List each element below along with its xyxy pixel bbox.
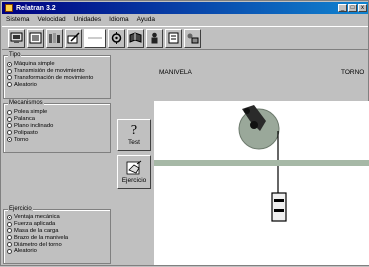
crank-knob: [244, 108, 250, 114]
radio-icon: [7, 68, 12, 74]
ejercicio-option-masa[interactable]: Masa de la carga: [4, 228, 110, 235]
gear-icon[interactable]: [108, 28, 125, 48]
menu-unidades[interactable]: Unidades: [70, 16, 105, 23]
left-panel: Tipo Máquina simple Transmisión de movim…: [3, 51, 113, 265]
screen-icon[interactable]: [8, 28, 25, 48]
blank-icon[interactable]: [84, 28, 106, 48]
book-icon[interactable]: [127, 28, 144, 48]
app-icon: [5, 4, 13, 12]
radio-icon: [7, 130, 12, 136]
ejercicio-button[interactable]: Ejercicio: [117, 155, 151, 189]
tipo-option-transmision[interactable]: Transmisión de movimiento: [4, 68, 110, 75]
ejercicio-title: Ejercicio: [8, 206, 33, 212]
mecanismo-option-plano[interactable]: Plano inclinado: [4, 123, 110, 130]
mecanismo-title: Mecanismos: [8, 100, 44, 106]
support-bar: [154, 160, 369, 166]
tipo-option-transformacion[interactable]: Transformación de movimiento: [4, 75, 110, 82]
document-icon[interactable]: [165, 28, 182, 48]
manivela-label: MANIVELA: [159, 69, 192, 76]
radio-icon: [7, 235, 12, 241]
crank-pin: [250, 121, 258, 129]
minimize-button[interactable]: _: [338, 4, 347, 12]
radio-icon: [7, 137, 12, 143]
simulation-canvas: [154, 101, 369, 265]
radio-icon: [7, 242, 12, 248]
toolbar: [2, 26, 368, 50]
radio-icon: [7, 82, 12, 88]
mecanismo-option-palanca[interactable]: Palanca: [4, 116, 110, 123]
mecanismo-option-polipasto[interactable]: Polipasto: [4, 129, 110, 136]
app-window: Relatran 3.2 _ □ x Sistema Velocidad Uni…: [0, 0, 369, 266]
pencil-icon[interactable]: [65, 28, 82, 48]
ejercicio-option-diametro[interactable]: Diámetro del torno: [4, 241, 110, 248]
torno-label: TORNO: [341, 69, 365, 76]
menu-bar: Sistema Velocidad Unidades Idioma Ayuda: [2, 14, 368, 25]
ejercicio-group: Ejercicio Ventaja mecánica Fuerza aplica…: [3, 206, 111, 264]
radio-icon: [7, 116, 12, 122]
tipo-group: Tipo Máquina simple Transmisión de movim…: [3, 52, 111, 99]
menu-velocidad[interactable]: Velocidad: [33, 16, 69, 23]
radio-icon: [7, 228, 12, 234]
books-icon[interactable]: [46, 28, 63, 48]
menu-sistema[interactable]: Sistema: [2, 16, 33, 23]
ejercicio-option-ventaja[interactable]: Ventaja mecánica: [4, 214, 110, 221]
radio-icon: [7, 75, 12, 81]
test-label: Test: [128, 139, 140, 146]
radio-icon: [7, 221, 12, 227]
test-button[interactable]: ? Test: [117, 119, 151, 151]
tools-icon[interactable]: [184, 28, 201, 48]
ejercicio-option-fuerza[interactable]: Fuerza aplicada: [4, 221, 110, 228]
ejercicio-label: Ejercicio: [121, 177, 147, 184]
person-icon[interactable]: [146, 28, 163, 48]
tipo-option-aleatorio[interactable]: Aleatorio: [4, 81, 110, 88]
mecanismo-group: Mecanismos Polea simple Palanca Plano in…: [3, 100, 111, 153]
ejercicio-option-aleatorio[interactable]: Aleatorio: [4, 248, 110, 255]
list-icon[interactable]: [27, 28, 44, 48]
close-button[interactable]: x: [358, 4, 367, 12]
radio-icon: [7, 248, 12, 254]
tipo-option-maquina-simple[interactable]: Máquina simple: [4, 61, 110, 68]
window-title: Relatran 3.2: [16, 4, 56, 12]
mecanismo-option-polea[interactable]: Polea simple: [4, 109, 110, 116]
hand-writing-icon: [126, 160, 142, 175]
radio-icon: [7, 109, 12, 115]
tipo-title: Tipo: [8, 52, 22, 58]
load-block: [271, 192, 287, 222]
radio-icon: [7, 123, 12, 129]
radio-icon: [7, 214, 12, 220]
ejercicio-option-brazo[interactable]: Brazo de la manivela: [4, 234, 110, 241]
menu-idioma[interactable]: Idioma: [105, 16, 133, 23]
maximize-button[interactable]: □: [348, 4, 357, 12]
mecanismo-option-torno[interactable]: Torno: [4, 136, 110, 143]
title-bar[interactable]: Relatran 3.2 _ □ x: [2, 2, 368, 14]
menu-ayuda[interactable]: Ayuda: [133, 16, 159, 23]
radio-icon: [7, 61, 12, 67]
question-icon: ?: [130, 123, 138, 138]
